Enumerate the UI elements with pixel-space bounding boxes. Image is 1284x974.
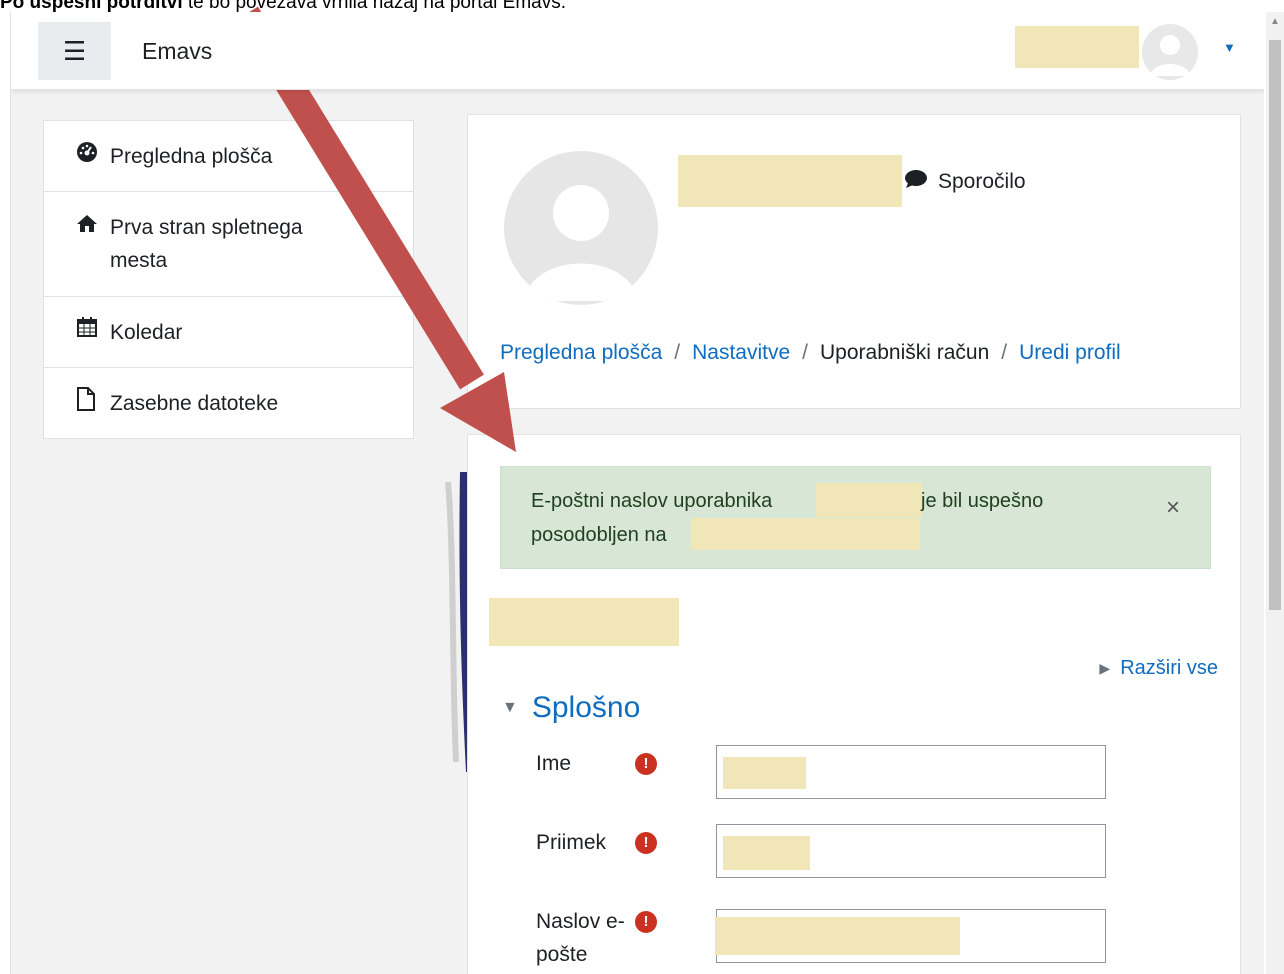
field-label-last-name: Priimek (536, 831, 607, 854)
browser-window: ☰ Emavs ▼ Pregledna plošča Prva stran sp… (10, 12, 1264, 974)
sidebar-item-home[interactable]: Prva stran spletnega mesta (44, 192, 413, 297)
scrollbar-thumb[interactable] (1269, 40, 1281, 610)
alert-text: posodobljen na (531, 524, 667, 546)
redacted-page-heading (489, 598, 679, 646)
speech-bubble-icon (904, 169, 928, 195)
last-name-input[interactable] (716, 824, 1106, 878)
breadcrumb-user-account: Uporabniški račun (820, 341, 990, 364)
breadcrumb: Pregledna plošča / Nastavitve / Uporabni… (500, 341, 1121, 365)
redacted-value (715, 917, 960, 955)
first-name-input[interactable] (716, 745, 1106, 799)
caret-down-icon[interactable]: ▼ (1223, 40, 1236, 55)
redacted-username (816, 483, 922, 517)
calendar-icon (76, 316, 110, 349)
edit-profile-card: E-poštni naslov uporabnika je bil uspešn… (467, 434, 1241, 974)
profile-header-card: Sporočilo Pregledna plošča / Nastavitve … (467, 114, 1241, 409)
instruction-text: Po uspešni potrditvi te bo povezava vrni… (0, 0, 567, 13)
site-brand[interactable]: Emavs (142, 38, 212, 65)
field-label-email: Naslov e- pošte (536, 910, 625, 966)
profile-avatar (504, 151, 658, 305)
menu-toggle-button[interactable]: ☰ (38, 22, 111, 80)
breadcrumb-separator: / (1001, 341, 1008, 364)
field-label-first-name: Ime (536, 752, 572, 775)
section-title: Splošno (531, 691, 641, 724)
alert-text: E-poštni naslov uporabnika (531, 490, 773, 512)
breadcrumb-separator: / (674, 341, 681, 364)
scroll-up-icon[interactable]: ▲ (1270, 16, 1280, 27)
sidebar-nav: Pregledna plošča Prva stran spletnega me… (43, 120, 414, 439)
close-icon[interactable]: × (1166, 491, 1180, 524)
sidebar-item-private-files[interactable]: Zasebne datoteke (44, 368, 413, 438)
email-input[interactable] (715, 909, 1106, 963)
dashboard-icon (76, 140, 110, 173)
redacted-value (723, 757, 806, 789)
redacted-user-name (1015, 26, 1139, 68)
breadcrumb-settings[interactable]: Nastavitve (692, 341, 790, 365)
message-label: Sporočilo (938, 170, 1026, 193)
top-navbar: ☰ Emavs ▼ (11, 12, 1264, 90)
redacted-profile-name (678, 155, 902, 207)
hamburger-icon: ☰ (62, 35, 87, 66)
breadcrumb-edit-profile[interactable]: Uredi profil (1019, 341, 1121, 365)
sidebar-item-label: Pregledna plošča (110, 145, 273, 168)
vertical-scrollbar[interactable]: ▲ (1266, 12, 1284, 974)
send-message-button[interactable]: Sporočilo (904, 169, 1026, 195)
sidebar-item-label: Koledar (110, 321, 183, 344)
alert-text: je bil uspešno (921, 490, 1044, 512)
caret-down-icon: ▼ (502, 699, 518, 716)
section-general-toggle[interactable]: ▼ Splošno (502, 691, 640, 725)
breadcrumb-separator: / (802, 341, 809, 364)
file-icon (76, 387, 110, 422)
home-icon (76, 211, 110, 244)
required-icon: ! (635, 911, 657, 933)
breadcrumb-dashboard[interactable]: Pregledna plošča (500, 341, 662, 365)
sidebar-item-label: Prva stran spletnega mesta (110, 216, 303, 272)
required-icon: ! (635, 753, 657, 775)
expand-all-label: Razširi vse (1120, 657, 1218, 679)
redacted-value (723, 836, 810, 870)
user-avatar-icon[interactable] (1142, 24, 1198, 80)
required-icon: ! (635, 832, 657, 854)
expand-all-link[interactable]: ▶ Razširi vse (1099, 657, 1218, 680)
success-alert: E-poštni naslov uporabnika je bil uspešn… (500, 466, 1211, 569)
sidebar-item-dashboard[interactable]: Pregledna plošča (44, 121, 413, 192)
sidebar-item-label: Zasebne datoteke (110, 392, 279, 415)
redacted-email (691, 518, 920, 550)
caret-right-icon: ▶ (1099, 660, 1111, 676)
sidebar-item-calendar[interactable]: Koledar (44, 297, 413, 368)
